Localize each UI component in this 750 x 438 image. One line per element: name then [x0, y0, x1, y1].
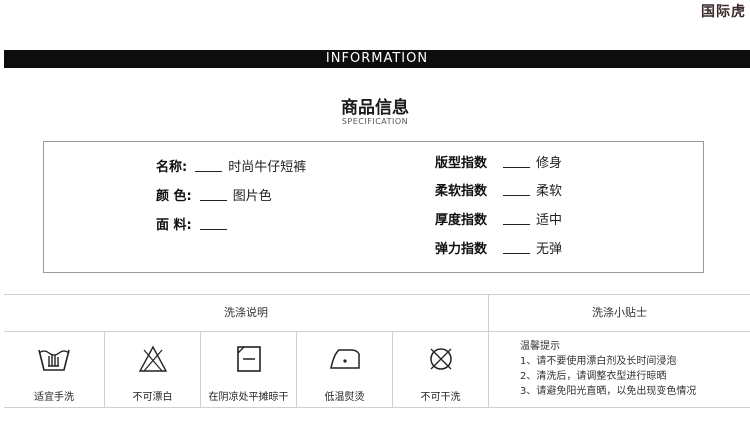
spec-blank: [195, 159, 223, 172]
no-bleach-icon: [138, 345, 167, 372]
spec-value: 无弹: [536, 241, 563, 257]
brand-watermark: 国际虎: [701, 4, 746, 20]
care-caption: 不可干洗: [420, 392, 461, 403]
tips-header: 洗涤小贴士: [489, 295, 750, 332]
spec-row-name: 名称: 时尚牛仔短裤: [156, 156, 307, 175]
spec-label: 版型指数: [435, 155, 488, 171]
tip-item: 3、请避免阳光直晒，以免出现变色情况: [520, 386, 697, 397]
spec-box: 名称: 时尚牛仔短裤 颜 色: 图片色 面 料: 版型指数 修身 柔软指数 柔软…: [43, 141, 704, 273]
tip-item: 2、清洗后，请调整衣型进行晾晒: [520, 371, 667, 382]
spec-value: 修身: [536, 155, 563, 171]
care-hand-wash: 适宜手洗: [4, 332, 104, 406]
spec-blank: [199, 188, 227, 201]
spec-value: 时尚牛仔短裤: [228, 159, 307, 175]
care-caption: 适宜手洗: [34, 392, 74, 403]
spec-row-fabric: 面 料:: [156, 214, 233, 233]
spec-row-color: 颜 色: 图片色: [156, 185, 272, 204]
spec-blank: [503, 212, 531, 225]
column-divider: [488, 295, 489, 407]
tip-item: 1、请不要使用漂白剂及长时间浸泡: [520, 356, 677, 367]
spec-label: 弹力指数: [435, 241, 488, 257]
spec-label: 厚度指数: [435, 212, 488, 228]
spec-row-thickness: 厚度指数 适中: [435, 209, 563, 228]
spec-blank: [503, 241, 531, 254]
care-caption: 低温熨烫: [324, 392, 365, 403]
spec-value: 适中: [536, 212, 563, 228]
spec-subtitle: SPECIFICATION: [341, 117, 409, 126]
care-low-iron: 低温熨烫: [297, 332, 392, 406]
spec-row-softness: 柔软指数 柔软: [435, 180, 563, 199]
spec-blank: [503, 155, 531, 168]
spec-label: 柔软指数: [435, 183, 488, 199]
hand-wash-icon: [38, 349, 70, 371]
spec-label: 名称:: [156, 159, 188, 175]
care-no-bleach: 不可漂白: [105, 332, 200, 406]
spec-row-stretch: 弹力指数 无弹: [435, 238, 563, 257]
tips-title: 温馨提示: [520, 341, 560, 352]
spec-value: 图片色: [232, 188, 272, 204]
care-dry-flat: 在阴凉处平摊晾干: [201, 332, 296, 406]
care-caption: 在阴凉处平摊晾干: [208, 392, 289, 403]
dry-flat-shade-icon: [236, 346, 261, 372]
spec-label: 面 料:: [156, 217, 192, 233]
care-no-dry-clean: 不可干洗: [393, 332, 488, 406]
information-banner: INFORMATION: [4, 50, 750, 68]
spec-value: 柔软: [536, 183, 563, 199]
tips-list: 温馨提示 1、请不要使用漂白剂及长时间浸泡 2、清洗后，请调整衣型进行晾晒 3、…: [520, 339, 696, 399]
low-iron-icon: [329, 349, 360, 369]
spec-title: 商品信息: [341, 98, 409, 118]
spec-label: 颜 色:: [156, 188, 192, 204]
spec-row-fit: 版型指数 修身: [435, 152, 563, 171]
wash-header: 洗涤说明: [4, 295, 488, 332]
spec-blank: [199, 217, 227, 230]
no-dry-clean-icon: [429, 348, 452, 370]
spec-blank: [503, 183, 531, 196]
care-caption: 不可漂白: [132, 392, 173, 403]
